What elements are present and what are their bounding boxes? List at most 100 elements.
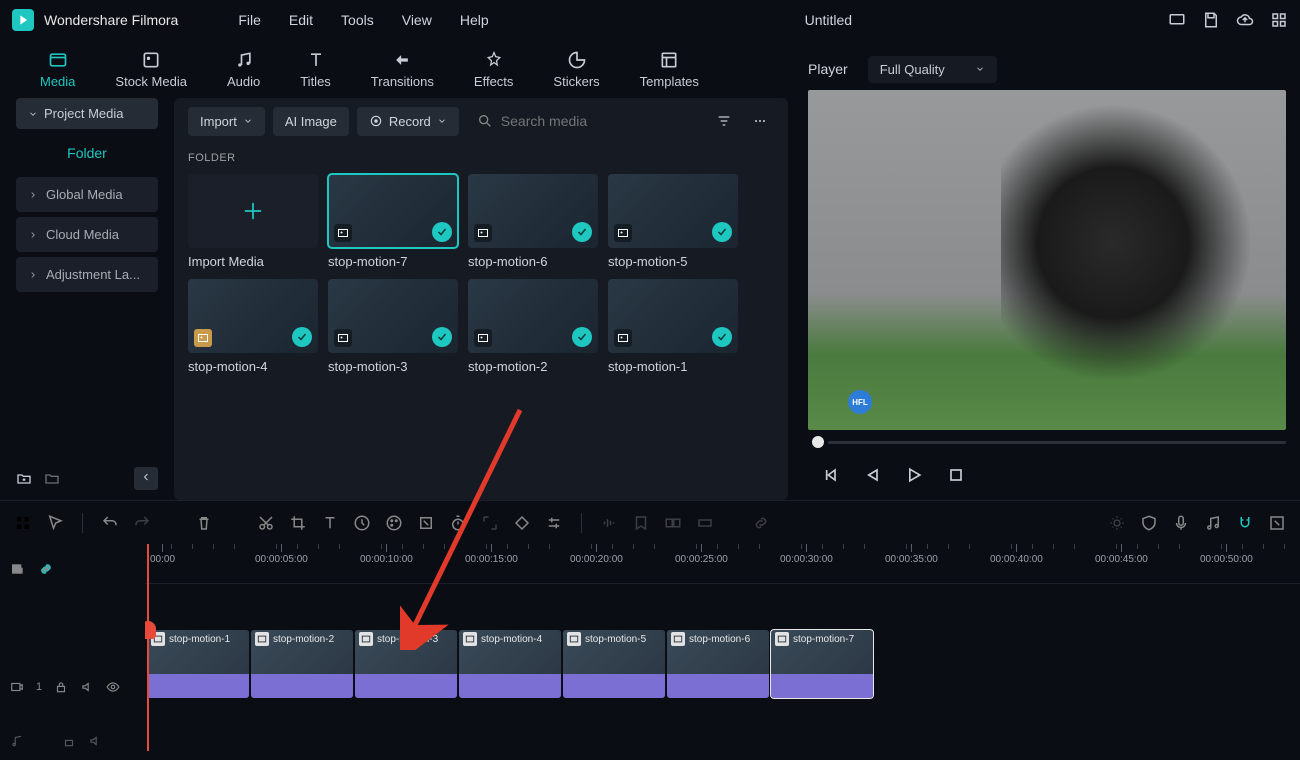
menu-help[interactable]: Help <box>460 12 489 28</box>
chevron-right-icon <box>28 270 38 280</box>
collapse-sidebar-button[interactable] <box>134 467 158 490</box>
shield-icon[interactable] <box>1140 514 1158 532</box>
sidebar-item-cloud-media[interactable]: Cloud Media <box>16 217 158 252</box>
sidebar-item-folder[interactable]: Folder <box>16 135 158 171</box>
media-item[interactable]: stop-motion-3 <box>328 279 458 374</box>
timeline: 1 00:0000:00:05:0000:00:10:0000:00:15:00… <box>0 544 1300 751</box>
crop-icon[interactable] <box>289 514 307 532</box>
folder-icon[interactable] <box>44 471 60 487</box>
ruler-tick: 00:00:10:00 <box>360 544 413 565</box>
search-input[interactable] <box>501 113 692 129</box>
more-options-button[interactable] <box>746 107 774 136</box>
media-item[interactable]: stop-motion-6 <box>468 174 598 269</box>
chevron-down-icon <box>243 116 253 126</box>
media-item-label: stop-motion-6 <box>468 254 598 269</box>
tab-titles[interactable]: Titles <box>280 50 351 89</box>
media-grid: Import Mediastop-motion-7 stop-motion-6 st… <box>188 174 774 374</box>
new-folder-icon[interactable] <box>16 471 32 487</box>
speed-icon[interactable] <box>353 514 371 532</box>
color-icon[interactable] <box>385 514 403 532</box>
magnet-icon[interactable] <box>1236 514 1254 532</box>
quality-selector[interactable]: Full Quality <box>868 56 997 83</box>
timeline-clip[interactable]: stop-motion-5 <box>563 630 665 698</box>
redo-icon[interactable] <box>133 514 151 532</box>
sidebar-item-global-media[interactable]: Global Media <box>16 177 158 212</box>
track-tool-icon[interactable] <box>696 514 714 532</box>
import-media-button[interactable]: Import Media <box>188 174 318 269</box>
music-tool-icon[interactable] <box>1204 514 1222 532</box>
visibility-track-icon[interactable] <box>106 680 120 694</box>
filter-button[interactable] <box>710 107 738 136</box>
group-icon[interactable] <box>664 514 682 532</box>
timeline-clip[interactable]: stop-motion-1 <box>147 630 249 698</box>
timeline-toolbar <box>0 500 1300 544</box>
menu-tools[interactable]: Tools <box>341 12 374 28</box>
marker-icon[interactable] <box>632 514 650 532</box>
audio-tool-icon[interactable] <box>600 514 618 532</box>
delete-icon[interactable] <box>195 514 213 532</box>
link-tool-icon[interactable] <box>752 514 770 532</box>
expand-icon[interactable] <box>481 514 499 532</box>
player-scrubber[interactable] <box>808 434 1286 450</box>
tab-stock-media[interactable]: Stock Media <box>95 50 207 89</box>
timeline-clip[interactable]: stop-motion-3 <box>355 630 457 698</box>
media-item[interactable]: stop-motion-7 <box>328 174 458 269</box>
tab-templates[interactable]: Templates <box>620 50 719 89</box>
tab-effects[interactable]: Effects <box>454 50 534 89</box>
ruler-tick: 00:00:45:00 <box>1095 544 1148 565</box>
fullscreen-tool-icon[interactable] <box>1268 514 1286 532</box>
timeline-clip[interactable]: stop-motion-4 <box>459 630 561 698</box>
media-item[interactable]: stop-motion-2 <box>468 279 598 374</box>
ai-image-button[interactable]: AI Image <box>273 107 349 136</box>
mute-track-icon[interactable] <box>80 680 94 694</box>
save-icon[interactable] <box>1202 11 1220 29</box>
display-icon[interactable] <box>1168 11 1186 29</box>
sliders-icon[interactable] <box>545 514 563 532</box>
light-icon[interactable] <box>1108 514 1126 532</box>
menu-file[interactable]: File <box>238 12 261 28</box>
tab-media[interactable]: Media <box>20 50 95 89</box>
app-logo <box>12 9 34 31</box>
adjust-icon[interactable] <box>417 514 435 532</box>
add-track-icon[interactable] <box>10 561 26 577</box>
play-backward-button[interactable] <box>862 465 882 485</box>
menu-view[interactable]: View <box>402 12 432 28</box>
audio-track-icon <box>10 734 24 748</box>
mute-track-icon[interactable] <box>88 734 102 748</box>
media-item[interactable]: stop-motion-1 <box>608 279 738 374</box>
grid-icon[interactable] <box>14 514 32 532</box>
mic-icon[interactable] <box>1172 514 1190 532</box>
cut-icon[interactable] <box>257 514 275 532</box>
cloud-upload-icon[interactable] <box>1236 11 1254 29</box>
record-button[interactable]: Record <box>357 107 459 136</box>
sidebar-project-media[interactable]: Project Media <box>16 98 158 129</box>
preview-viewport[interactable]: HFL <box>808 90 1286 430</box>
lock-track-icon[interactable] <box>54 680 68 694</box>
apps-icon[interactable] <box>1270 11 1288 29</box>
transitions-icon <box>392 50 412 70</box>
timeline-ruler[interactable]: 00:0000:00:05:0000:00:10:0000:00:15:0000… <box>145 544 1300 584</box>
timeline-clip[interactable]: stop-motion-2 <box>251 630 353 698</box>
timeline-clip[interactable]: stop-motion-6 <box>667 630 769 698</box>
timer-icon[interactable] <box>449 514 467 532</box>
text-icon[interactable] <box>321 514 339 532</box>
menu-edit[interactable]: Edit <box>289 12 313 28</box>
playhead[interactable] <box>147 544 149 751</box>
play-button[interactable] <box>904 465 924 485</box>
media-panel: Import AI Image Record <box>174 98 788 500</box>
keyframe-icon[interactable] <box>513 514 531 532</box>
prev-frame-button[interactable] <box>820 465 840 485</box>
media-item[interactable]: stop-motion-4 <box>188 279 318 374</box>
tab-transitions[interactable]: Transitions <box>351 50 454 89</box>
tab-audio[interactable]: Audio <box>207 50 280 89</box>
lock-track-icon[interactable] <box>62 734 76 748</box>
cursor-icon[interactable] <box>46 514 64 532</box>
media-item[interactable]: stop-motion-5 <box>608 174 738 269</box>
stop-button[interactable] <box>946 465 966 485</box>
timeline-clip[interactable]: stop-motion-7 <box>771 630 873 698</box>
link-icon[interactable] <box>38 561 54 577</box>
sidebar-item-adjustment-layer[interactable]: Adjustment La... <box>16 257 158 292</box>
undo-icon[interactable] <box>101 514 119 532</box>
tab-stickers[interactable]: Stickers <box>533 50 619 89</box>
import-button[interactable]: Import <box>188 107 265 136</box>
